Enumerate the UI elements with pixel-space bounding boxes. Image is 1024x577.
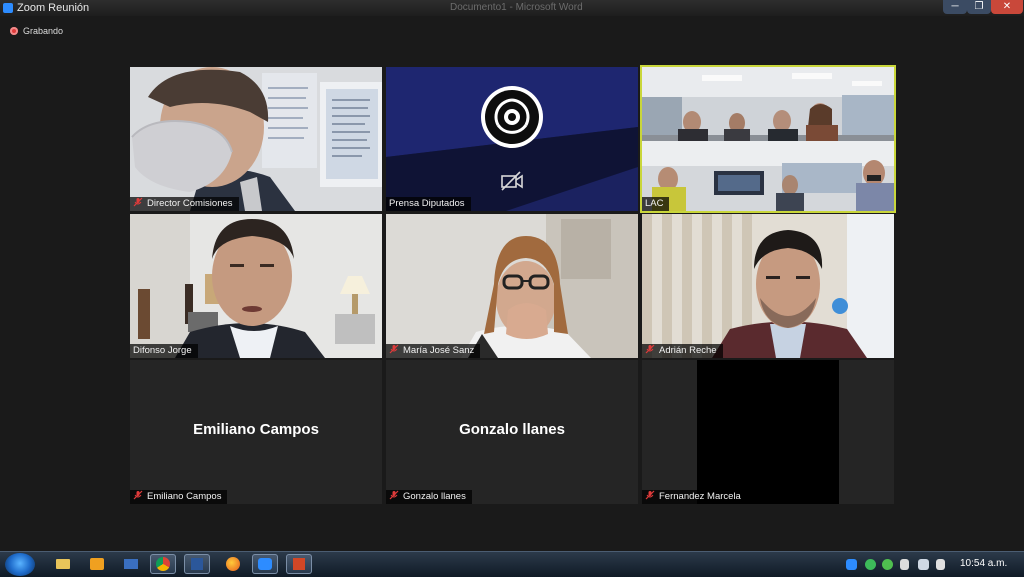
flag-icon[interactable]	[900, 559, 909, 570]
participant-name-label: Adrián Reche	[642, 344, 723, 358]
video-tile-director-comisiones[interactable]: Director Comisiones	[130, 67, 382, 211]
volume-icon[interactable]	[936, 559, 945, 570]
record-icon	[10, 27, 18, 35]
video-tile-prensa-diputados[interactable]: Prensa Diputados	[386, 67, 638, 211]
zoom-icon[interactable]	[252, 554, 278, 574]
maximize-button[interactable]: ❐	[967, 0, 991, 14]
minimize-button[interactable]: ─	[943, 0, 967, 14]
video-tile-gonzalo-llanes[interactable]: Gonzalo llanes Gonzalo llanes	[386, 360, 638, 504]
network-status-icon[interactable]	[865, 559, 876, 570]
participant-name-label: María José Sanz	[386, 344, 481, 358]
muted-mic-icon	[133, 490, 143, 500]
close-button[interactable]: ✕	[991, 0, 1023, 14]
video-tile-emiliano-campos[interactable]: Emiliano Campos Emiliano Campos	[130, 360, 382, 504]
participant-display-name: Gonzalo llanes	[459, 421, 565, 438]
black-video-feed	[697, 360, 839, 504]
video-tile-lac[interactable]: LAC	[642, 67, 894, 211]
muted-mic-icon	[645, 490, 655, 500]
zoom-app-icon	[3, 3, 13, 13]
video-off-icon	[501, 171, 523, 191]
participant-name-label: LAC	[642, 197, 670, 211]
video-tile-adrian-reche[interactable]: Adrián Reche	[642, 214, 894, 358]
firefox-icon[interactable]	[220, 554, 246, 574]
window-title: Zoom Reunión	[17, 2, 90, 14]
participant-video	[642, 67, 894, 211]
muted-mic-icon	[389, 344, 399, 354]
muted-mic-icon	[133, 197, 143, 207]
participant-video	[130, 214, 382, 358]
participant-name-label: Fernandez Marcela	[642, 490, 747, 504]
participant-name-label: Difonso Jorge	[130, 344, 198, 358]
background-window-title: Documento1 - Microsoft Word	[450, 2, 583, 13]
participant-name-label: Director Comisiones	[130, 197, 239, 211]
participant-name-label: Gonzalo llanes	[386, 490, 472, 504]
participant-video	[642, 214, 894, 358]
chrome-icon[interactable]	[150, 554, 176, 574]
explorer-icon[interactable]	[50, 554, 76, 574]
powerpoint-icon[interactable]	[286, 554, 312, 574]
participant-video	[386, 214, 638, 358]
video-tile-difonso-jorge[interactable]: Difonso Jorge	[130, 214, 382, 358]
video-tile-fernandez-marcela[interactable]: Fernandez Marcela	[642, 360, 894, 504]
start-button[interactable]	[5, 553, 35, 576]
media-player-icon[interactable]	[84, 554, 110, 574]
window-title-bar[interactable]: Zoom Reunión Documento1 - Microsoft Word…	[0, 0, 1024, 16]
participant-name-label: Emiliano Campos	[130, 490, 228, 504]
network-icon[interactable]	[118, 554, 144, 574]
word-icon[interactable]	[184, 554, 210, 574]
muted-mic-icon	[389, 490, 399, 500]
windows-taskbar: 10:54 a.m.	[0, 551, 1024, 577]
display-icon[interactable]	[918, 559, 929, 570]
recording-indicator[interactable]: Grabando	[10, 26, 63, 36]
recording-label: Grabando	[23, 26, 64, 36]
muted-mic-icon	[645, 344, 655, 354]
participant-name-label: Prensa Diputados	[386, 197, 471, 211]
participant-display-name: Emiliano Campos	[193, 421, 319, 438]
taskbar-clock[interactable]: 10:54 a.m.	[960, 558, 1007, 569]
zoom-tray-icon[interactable]	[846, 559, 857, 570]
sync-icon[interactable]	[882, 559, 893, 570]
participant-video	[130, 67, 382, 211]
video-tile-maria-jose-sanz[interactable]: María José Sanz	[386, 214, 638, 358]
